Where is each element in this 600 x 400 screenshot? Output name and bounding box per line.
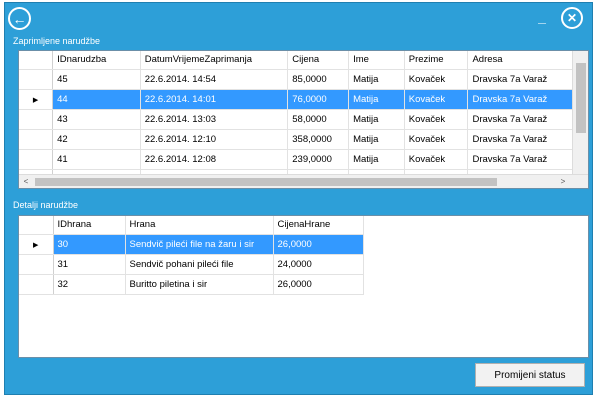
scroll-right-icon[interactable]: >: [556, 175, 570, 188]
row-header[interactable]: ▶: [19, 234, 54, 255]
table-row[interactable]: 31 Sendvič pohani pileći file 24,0000: [19, 254, 364, 275]
orders-grid[interactable]: IDnarudzba DatumVrijemeZaprimanja Cijena…: [18, 50, 589, 189]
table-cell: 22.6.2014. 13:03: [140, 109, 289, 130]
column-header[interactable]: Prezime: [404, 51, 469, 70]
details-grid[interactable]: IDhrana Hrana CijenaHrane ▶ 30 Sendvič p…: [18, 215, 589, 358]
row-header[interactable]: [19, 274, 54, 295]
table-cell: Sendvič pileći file na žaru i sir: [125, 234, 274, 255]
table-cell: Dravska 7a Varaž: [467, 109, 588, 130]
row-header-corner: [19, 216, 54, 235]
table-cell: Matija: [348, 89, 405, 110]
column-header[interactable]: Cijena: [287, 51, 350, 70]
column-header[interactable]: Ime: [348, 51, 405, 70]
table-row[interactable]: 43 22.6.2014. 13:03 58,0000 Matija Kovač…: [19, 109, 588, 130]
close-icon[interactable]: ✕: [561, 7, 583, 29]
column-header[interactable]: CijenaHrane: [273, 216, 364, 235]
table-cell: 358,0000: [287, 129, 350, 150]
row-header[interactable]: [19, 149, 54, 170]
table-cell: 31: [53, 254, 126, 275]
app-window: ← _ ✕ Zaprimljene narudžbe IDnarudzba Da…: [4, 2, 593, 395]
column-header[interactable]: IDhrana: [53, 216, 126, 235]
horizontal-scroll-thumb[interactable]: [35, 178, 497, 186]
orders-horizontal-scrollbar[interactable]: < >: [19, 174, 588, 188]
table-cell: 22.6.2014. 14:54: [140, 69, 289, 90]
scroll-left-icon[interactable]: <: [19, 175, 33, 188]
table-cell: Matija: [348, 69, 405, 90]
table-cell: Dravska 7a Varaž: [467, 89, 588, 110]
table-cell: 58,0000: [287, 109, 350, 130]
table-cell: Dravska 7a Varaž: [467, 149, 588, 170]
back-icon[interactable]: ←: [8, 7, 31, 30]
table-cell: 22.6.2014. 14:01: [140, 89, 289, 110]
orders-section-label: Zaprimljene narudžbe: [13, 36, 101, 46]
row-header[interactable]: [19, 69, 54, 90]
column-header[interactable]: DatumVrijemeZaprimanja: [140, 51, 289, 70]
column-header[interactable]: Adresa: [467, 51, 588, 70]
table-cell: 239,0000: [287, 149, 350, 170]
row-indicator-icon: ▶: [33, 241, 39, 249]
orders-header-row: IDnarudzba DatumVrijemeZaprimanja Cijena…: [19, 51, 588, 70]
table-cell: 42: [52, 129, 141, 150]
table-cell: 26,0000: [273, 274, 364, 295]
table-row-selected[interactable]: ▶ 44 22.6.2014. 14:01 76,0000 Matija Kov…: [19, 89, 588, 110]
table-cell: 85,0000: [287, 69, 350, 90]
row-header[interactable]: [19, 109, 54, 130]
table-cell: Kovaček: [404, 89, 469, 110]
row-header[interactable]: [19, 254, 54, 275]
row-header[interactable]: ▶: [19, 89, 54, 110]
table-cell: 22.6.2014. 12:10: [140, 129, 289, 150]
table-row[interactable]: 42 22.6.2014. 12:10 358,0000 Matija Kova…: [19, 129, 588, 150]
details-table: IDhrana Hrana CijenaHrane ▶ 30 Sendvič p…: [19, 216, 364, 295]
change-status-button[interactable]: Promijeni status: [475, 363, 585, 387]
table-cell: Matija: [348, 129, 405, 150]
table-cell: 44: [52, 89, 141, 110]
table-cell: Dravska 7a Varaž: [467, 69, 588, 90]
table-cell: Sendvič pohani pileći file: [125, 254, 274, 275]
table-row-selected[interactable]: ▶ 30 Sendvič pileći file na žaru i sir 2…: [19, 234, 364, 255]
table-cell: 43: [52, 109, 141, 130]
table-row[interactable]: 32 Buritto piletina i sir 26,0000: [19, 274, 364, 295]
column-header[interactable]: IDnarudzba: [52, 51, 141, 70]
table-cell: Kovaček: [404, 69, 469, 90]
table-cell: 30: [53, 234, 126, 255]
table-row[interactable]: 45 22.6.2014. 14:54 85,0000 Matija Kovač…: [19, 69, 588, 90]
table-cell: 24,0000: [273, 254, 364, 275]
table-cell: Matija: [348, 109, 405, 130]
table-cell: Kovaček: [404, 149, 469, 170]
row-header[interactable]: [19, 129, 54, 150]
table-cell: Buritto piletina i sir: [125, 274, 274, 295]
row-indicator-icon: ▶: [32, 96, 39, 104]
details-section-label: Detalji narudžbe: [13, 200, 79, 210]
table-cell: 32: [53, 274, 126, 295]
orders-table: IDnarudzba DatumVrijemeZaprimanja Cijena…: [19, 51, 588, 188]
table-cell: 45: [52, 69, 141, 90]
table-cell: 26,0000: [273, 234, 364, 255]
table-cell: 76,0000: [287, 89, 350, 110]
column-header[interactable]: Hrana: [125, 216, 274, 235]
details-header-row: IDhrana Hrana CijenaHrane: [19, 216, 364, 235]
table-row[interactable]: 41 22.6.2014. 12:08 239,0000 Matija Kova…: [19, 149, 588, 170]
table-cell: 22.6.2014. 12:08: [140, 149, 289, 170]
table-cell: Dravska 7a Varaž: [467, 129, 588, 150]
minimize-button[interactable]: _: [535, 10, 549, 24]
vertical-scroll-thumb[interactable]: [576, 63, 586, 133]
table-cell: Kovaček: [404, 109, 469, 130]
orders-vertical-scrollbar[interactable]: [572, 51, 588, 174]
table-cell: 41: [52, 149, 141, 170]
table-cell: Kovaček: [404, 129, 469, 150]
row-header-corner: [19, 51, 54, 70]
table-cell: Matija: [348, 149, 405, 170]
